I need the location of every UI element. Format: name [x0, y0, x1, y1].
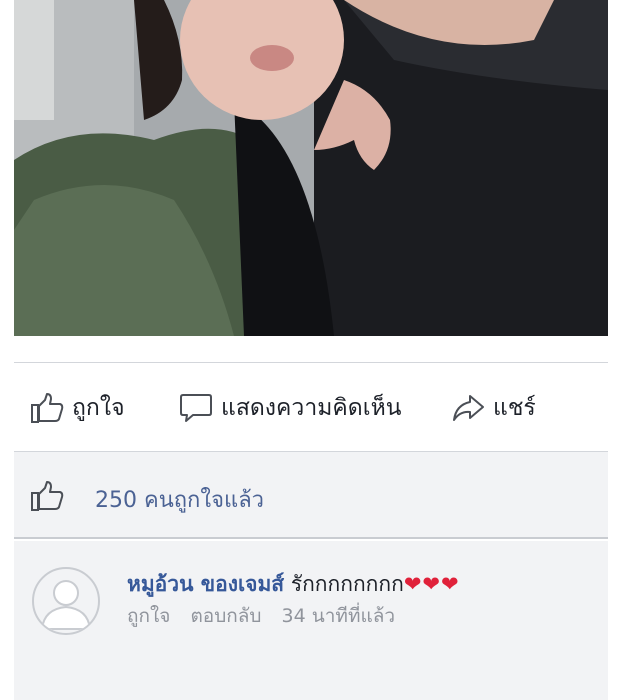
default-profile-icon: [40, 580, 92, 630]
like-label: ถูกใจ: [72, 395, 125, 421]
comment-text: รักกกกกกกก: [290, 572, 404, 596]
comment-section: หมูอ้วน ของเจมส์ รักกกกกกกก❤❤❤ ถูกใจ ตอบ…: [14, 541, 608, 700]
comment-reply-link[interactable]: ตอบกลับ: [190, 605, 261, 627]
share-label: แชร์: [493, 395, 536, 421]
comment-like-link[interactable]: ถูกใจ: [127, 605, 170, 627]
comment-label: แสดงความคิดเห็น: [221, 395, 402, 421]
comment-button[interactable]: แสดงความคิดเห็น: [179, 383, 401, 433]
share-button[interactable]: แชร์: [451, 383, 536, 433]
comment-line: หมูอ้วน ของเจมส์ รักกกกกกกก❤❤❤: [127, 569, 597, 599]
comment: หมูอ้วน ของเจมส์ รักกกกกกกก❤❤❤ ถูกใจ ตอบ…: [127, 569, 597, 631]
post-photo[interactable]: [14, 0, 608, 336]
share-arrow-icon: [451, 392, 485, 424]
speech-bubble-icon: [179, 392, 213, 424]
likes-count[interactable]: 250 คนถูกใจแล้ว: [95, 482, 264, 517]
comment-author[interactable]: หมูอ้วน ของเจมส์: [127, 572, 284, 596]
post-action-bar: ถูกใจ แสดงความคิดเห็น แชร์: [14, 363, 608, 451]
thumbs-up-icon: [30, 480, 64, 516]
likes-summary[interactable]: 250 คนถูกใจแล้ว: [14, 451, 608, 539]
like-button[interactable]: ถูกใจ: [30, 383, 125, 433]
heart-emoji-icons: ❤❤❤: [403, 572, 460, 596]
comment-meta: ถูกใจ ตอบกลับ 34 นาทีที่แล้ว: [127, 601, 597, 631]
avatar[interactable]: [32, 567, 100, 635]
comment-timestamp: 34 นาทีที่แล้ว: [281, 605, 396, 627]
thumbs-up-icon: [30, 392, 64, 424]
